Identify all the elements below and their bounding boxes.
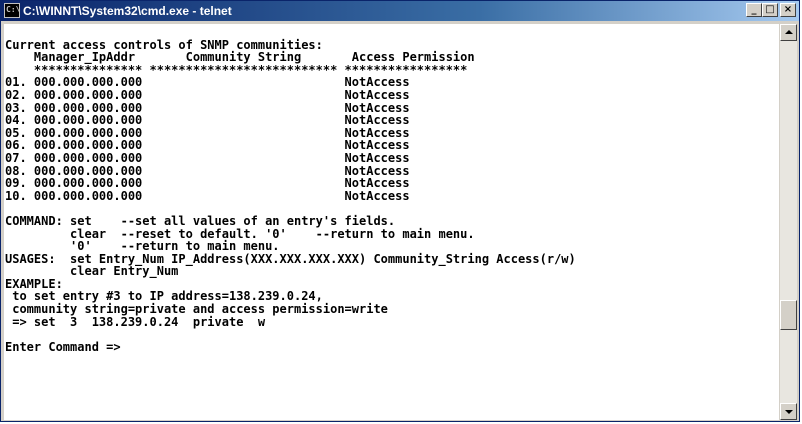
console-text: Current access controls of SNMP communit… (4, 24, 779, 353)
console-line: 10. 000.000.000.000 NotAccess (5, 188, 410, 203)
console-line: => set 3 138.239.0.24 private w (5, 314, 266, 329)
telnet-window: C:\ C:\WINNT\System32\cmd.exe - telnet _… (0, 0, 800, 422)
console-output[interactable]: Current access controls of SNMP communit… (4, 24, 779, 420)
scroll-down-button[interactable] (780, 403, 797, 420)
scrollbar-thumb[interactable] (780, 299, 797, 330)
minimize-button[interactable]: _ (746, 3, 762, 17)
arrow-up-icon (785, 30, 793, 34)
vertical-scrollbar[interactable] (780, 24, 797, 420)
close-button[interactable]: × (780, 3, 796, 17)
console-line: Enter Command => (5, 339, 121, 354)
cmd-app-icon[interactable]: C:\ (4, 3, 20, 18)
arrow-down-icon (785, 410, 793, 414)
window-title: C:\WINNT\System32\cmd.exe - telnet (23, 4, 232, 18)
scroll-up-button[interactable] (780, 24, 797, 41)
title-bar[interactable]: C:\ C:\WINNT\System32\cmd.exe - telnet _… (1, 1, 799, 21)
cmd-app-icon-label: C:\ (6, 5, 21, 14)
maximize-button[interactable]: □ (762, 3, 778, 17)
